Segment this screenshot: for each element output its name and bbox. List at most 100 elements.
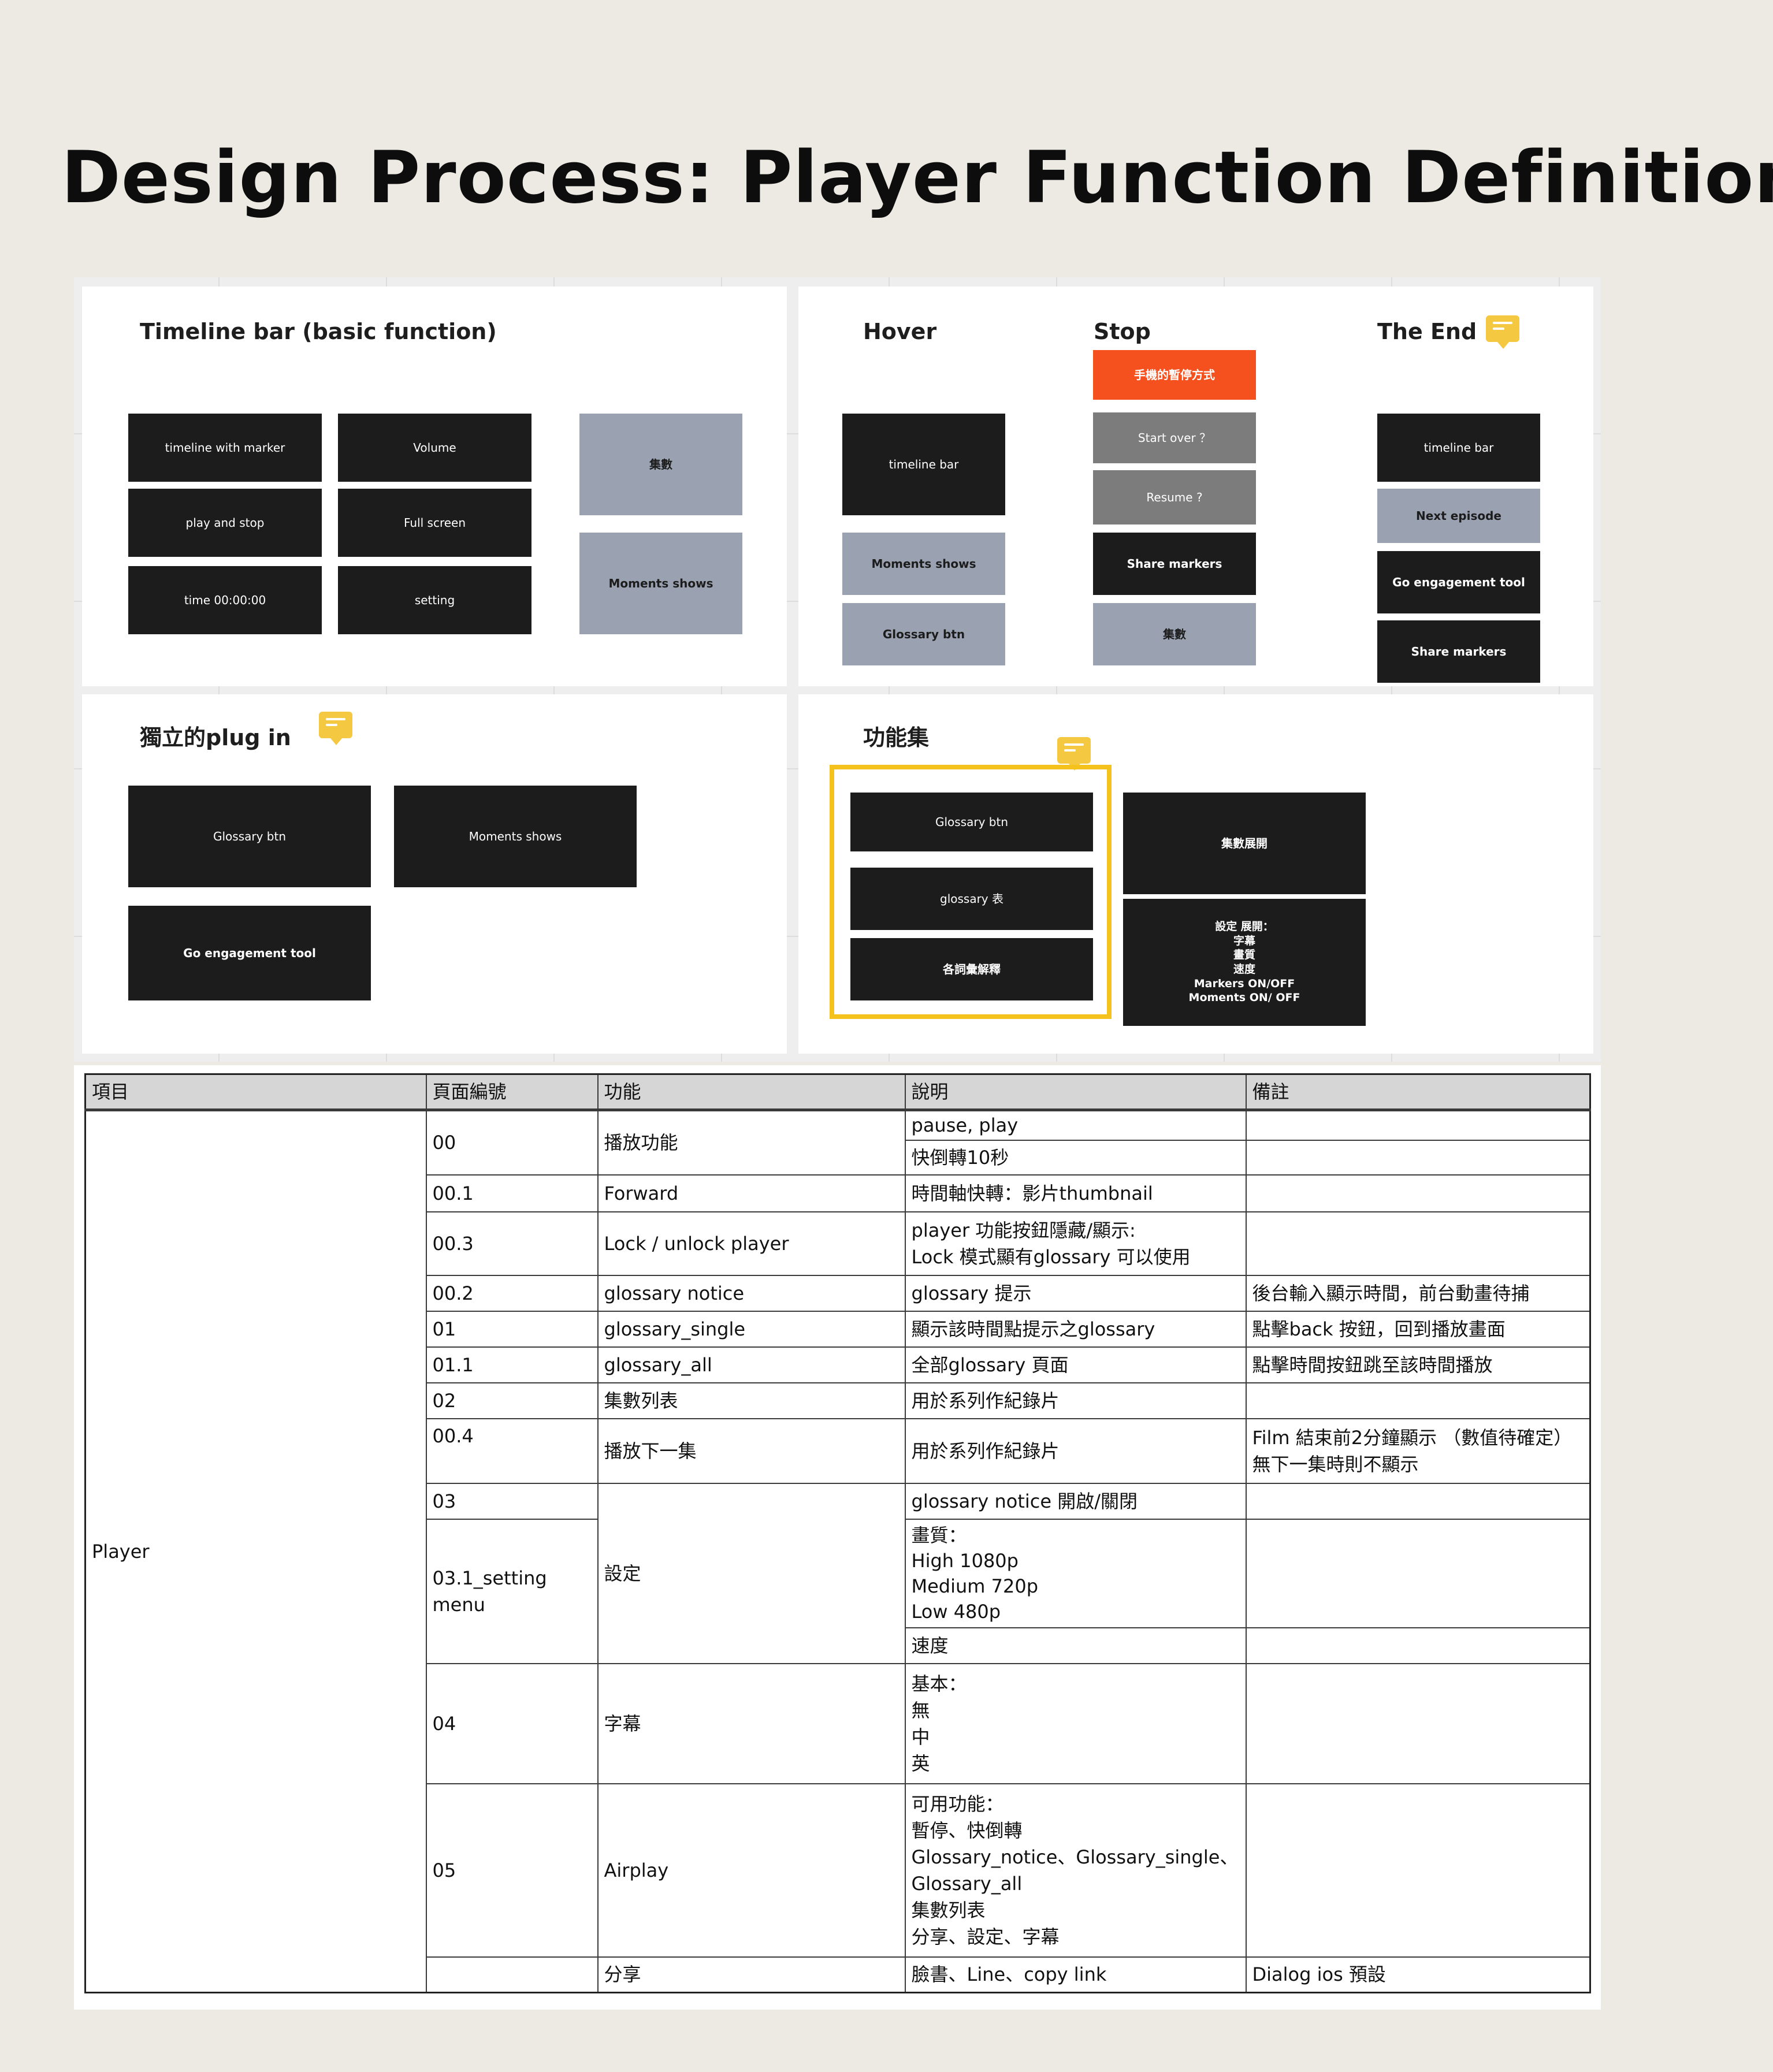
card-stop-episodes[interactable]: 集數 [1093, 603, 1256, 665]
page-cell: 00.1 [425, 1174, 599, 1212]
card-feature-settings-expand[interactable]: 設定 展開： 字幕 畫質 速度 Markers ON/OFF Moments O… [1123, 899, 1366, 1026]
description-cell: 畫質： High 1080p Medium 720p Low 480p [904, 1518, 1247, 1628]
comment-icon[interactable] [1057, 737, 1091, 771]
function-cell: glossary_single [597, 1310, 906, 1348]
note-cell [1245, 1109, 1591, 1141]
function-cell: Forward [597, 1174, 906, 1212]
card-feature-glossary-table[interactable]: glossary 表 [850, 868, 1093, 930]
col-header-item: 項目 [84, 1073, 427, 1111]
frame-features: 功能集 Glossary btn glossary 表 各詞彙解釋 集數展開 設… [798, 694, 1593, 1054]
page-cell: 01 [425, 1310, 599, 1348]
description-cell: 可用功能： 暫停、快倒轉 Glossary_notice、Glossary_si… [904, 1783, 1247, 1958]
note-cell [1245, 1662, 1591, 1784]
card-plugin-engagement[interactable]: Go engagement tool [128, 906, 371, 1000]
description-cell: 用於系列作紀錄片 [904, 1382, 1247, 1419]
frame-title-stop: Stop [1094, 319, 1151, 344]
card-feature-episodes-expand[interactable]: 集數展開 [1123, 793, 1366, 894]
card-end-timeline[interactable]: timeline bar [1377, 414, 1540, 482]
card-end-engagement[interactable]: Go engagement tool [1377, 551, 1540, 613]
card-hover-glossary[interactable]: Glossary btn [842, 603, 1005, 665]
frame-timeline: Timeline bar (basic function) timeline w… [82, 287, 787, 686]
item-cell: Player [84, 1109, 427, 1993]
frame-title-features: 功能集 [863, 725, 930, 750]
description-cell: 臉書、Line、copy link [904, 1956, 1247, 1993]
card-feature-glossary-btn[interactable]: Glossary btn [850, 793, 1093, 851]
page-cell: 03 [425, 1482, 599, 1520]
spec-table-panel: 項目 頁面編號 功能 說明 備註 Player 00 播放功能 pause, p… [74, 1065, 1601, 2010]
description-cell: 時間軸快轉：影片thumbnail [904, 1174, 1247, 1212]
function-cell: Lock / unlock player [597, 1211, 906, 1276]
page-cell: 03.1_setting menu [425, 1518, 599, 1664]
card-time[interactable]: time 00:00:00 [128, 566, 322, 634]
page-cell: 05 [425, 1783, 599, 1958]
description-cell: 用於系列作紀錄片 [904, 1418, 1247, 1484]
function-cell: 字幕 [597, 1662, 906, 1784]
card-timeline-marker[interactable]: timeline with marker [128, 414, 322, 482]
card-full-screen[interactable]: Full screen [338, 489, 531, 557]
frame-title-hover: Hover [863, 319, 937, 344]
card-moments-shows[interactable]: Moments shows [579, 533, 742, 634]
page-cell: 00.2 [425, 1274, 599, 1312]
note-cell: Film 結束前2分鐘顯示 （數值待確定） 無下一集時則不顯示 [1245, 1418, 1591, 1484]
frame-title-plugin: 獨立的plug in [140, 725, 291, 750]
col-header-page: 頁面編號 [425, 1073, 599, 1111]
card-play-stop[interactable]: play and stop [128, 489, 322, 557]
description-cell: player 功能按鈕隱藏/顯示: Lock 模式顯有glossary 可以使用 [904, 1211, 1247, 1276]
card-stop-share-markers[interactable]: Share markers [1093, 533, 1256, 595]
function-cell: 播放功能 [597, 1109, 906, 1176]
col-header-description: 說明 [904, 1073, 1247, 1111]
page-cell: 00.4 [425, 1418, 599, 1484]
function-cell: glossary notice [597, 1274, 906, 1312]
card-volume[interactable]: Volume [338, 414, 531, 482]
table-row: Player 00 播放功能 pause, play [84, 1109, 1591, 1993]
stop-badge: 手機的暫停方式 [1093, 350, 1256, 400]
frame-plugin: 獨立的plug in Glossary btn Moments shows Go… [82, 694, 787, 1054]
card-plugin-moments[interactable]: Moments shows [394, 786, 637, 887]
description-cell: 全部glossary 頁面 [904, 1346, 1247, 1383]
function-cell: 分享 [597, 1956, 906, 1993]
card-hover-moments[interactable]: Moments shows [842, 533, 1005, 595]
description-cell: 基本： 無 中 英 [904, 1662, 1247, 1784]
design-board: Timeline bar (basic function) timeline w… [74, 277, 1601, 1062]
card-resume[interactable]: Resume ? [1093, 470, 1256, 524]
function-cell: 設定 [597, 1482, 906, 1664]
note-cell: 點擊時間按鈕跳至該時間播放 [1245, 1346, 1591, 1383]
page-cell: 00 [425, 1109, 599, 1176]
card-feature-glossary-defs[interactable]: 各詞彙解釋 [850, 938, 1093, 1000]
comment-icon[interactable] [1486, 315, 1519, 349]
card-hover-timeline[interactable]: timeline bar [842, 414, 1005, 515]
comment-icon[interactable] [319, 712, 352, 745]
description-cell: pause, play [904, 1109, 1247, 1141]
function-cell: Airplay [597, 1783, 906, 1958]
page-cell [425, 1956, 599, 1993]
page-cell: 00.3 [425, 1211, 599, 1276]
note-cell [1245, 1627, 1591, 1664]
description-cell: glossary notice 開啟/關閉 [904, 1482, 1247, 1520]
description-cell: glossary 提示 [904, 1274, 1247, 1312]
card-setting[interactable]: setting [338, 566, 531, 634]
card-next-episode[interactable]: Next episode [1377, 489, 1540, 543]
col-header-notes: 備註 [1245, 1073, 1591, 1111]
function-cell: glossary_all [597, 1346, 906, 1383]
card-episodes[interactable]: 集數 [579, 414, 742, 515]
page-cell: 04 [425, 1662, 599, 1784]
frame-title-end: The End [1377, 319, 1477, 344]
note-cell [1245, 1139, 1591, 1176]
note-cell: 後台輸入顯示時間，前台動畫待捕 [1245, 1274, 1591, 1312]
card-plugin-glossary[interactable]: Glossary btn [128, 786, 371, 887]
frame-states: Hover Stop The End timeline bar Moments … [798, 287, 1593, 686]
card-start-over[interactable]: Start over ？ [1093, 412, 1256, 463]
note-cell [1245, 1482, 1591, 1520]
page-cell: 02 [425, 1382, 599, 1419]
note-cell [1245, 1518, 1591, 1628]
note-cell: 點擊back 按鈕，回到播放畫面 [1245, 1310, 1591, 1348]
note-cell [1245, 1382, 1591, 1419]
table-header-row: 項目 頁面編號 功能 說明 備註 [84, 1073, 1591, 1111]
page-title: Design Process: Player Function Definiti… [61, 136, 1773, 220]
col-header-function: 功能 [597, 1073, 906, 1111]
note-cell [1245, 1174, 1591, 1212]
page-cell: 01.1 [425, 1346, 599, 1383]
card-end-share-markers[interactable]: Share markers [1377, 620, 1540, 683]
description-cell: 顯示該時間點提示之glossary [904, 1310, 1247, 1348]
frame-title-timeline: Timeline bar (basic function) [140, 319, 497, 344]
